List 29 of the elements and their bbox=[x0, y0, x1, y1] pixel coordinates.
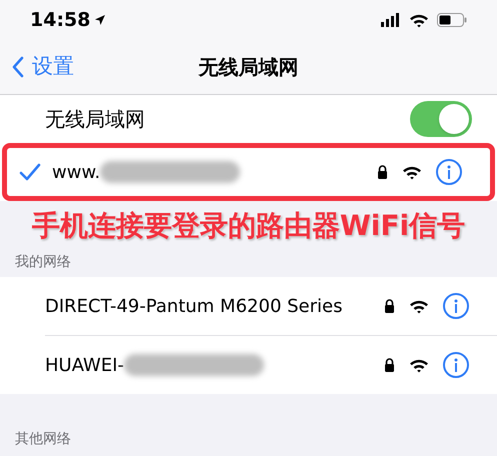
info-icon bbox=[446, 165, 452, 179]
location-arrow-icon bbox=[94, 14, 106, 26]
page-title: 无线局域网 bbox=[198, 54, 298, 81]
network-row[interactable]: HUAWEI- bbox=[0, 336, 497, 394]
section-header: 其他网络 bbox=[15, 430, 71, 449]
battery-icon bbox=[437, 13, 467, 27]
network-row[interactable]: DIRECT-49-Pantum M6200 Series bbox=[0, 277, 497, 335]
network-row[interactable]: www. bbox=[7, 143, 490, 201]
wifi-icon bbox=[409, 298, 429, 314]
network-name: HUAWEI- bbox=[45, 354, 124, 378]
status-wifi-icon bbox=[409, 12, 429, 28]
info-button[interactable] bbox=[443, 352, 469, 378]
info-button[interactable] bbox=[436, 159, 462, 185]
info-icon bbox=[453, 299, 459, 313]
wifi-toggle[interactable] bbox=[410, 101, 472, 137]
section-header: 我的网络 bbox=[15, 253, 71, 272]
toggle-knob bbox=[439, 104, 469, 134]
wifi-icon bbox=[402, 164, 422, 180]
info-icon bbox=[453, 358, 459, 372]
network-name: DIRECT-49-Pantum M6200 Series bbox=[45, 294, 342, 318]
info-button[interactable] bbox=[443, 293, 469, 319]
annotation-caption: 手机连接要登录的路由器WiFi信号 bbox=[32, 208, 466, 244]
wifi-toggle-label: 无线局域网 bbox=[45, 106, 146, 133]
status-time: 14:58 bbox=[30, 8, 90, 33]
signal-icon bbox=[381, 13, 401, 27]
wifi-icon bbox=[409, 358, 429, 372]
network-name: www. bbox=[52, 160, 100, 184]
chevron-left-icon bbox=[12, 56, 24, 78]
back-button[interactable]: 设置 bbox=[0, 51, 74, 83]
